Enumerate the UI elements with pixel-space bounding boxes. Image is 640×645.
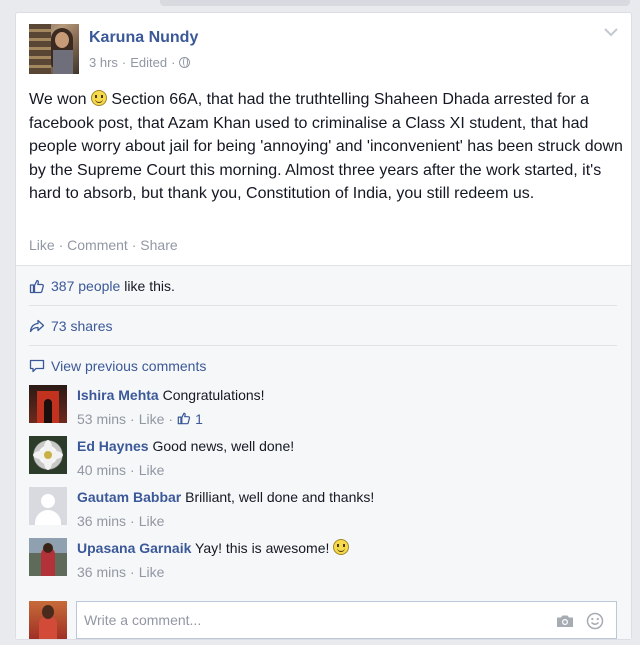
comment-timestamp[interactable]: 36 mins	[77, 563, 126, 581]
emoticon-icon[interactable]	[586, 612, 604, 630]
comment-composer: Write a comment...	[29, 601, 617, 639]
comment-like-link[interactable]: Like	[139, 461, 165, 479]
post-timestamp[interactable]: 3 hrs	[89, 55, 118, 70]
post-header: Karuna Nundy 3 hrs · Edited ·	[29, 24, 198, 74]
divider	[29, 345, 617, 346]
commenter-name[interactable]: Gautam Babbar	[77, 489, 181, 505]
comment-link[interactable]: Comment	[67, 237, 128, 253]
likes-suffix: like this.	[124, 278, 175, 294]
comment-item: Ishira Mehta Congratulations! 53 mins · …	[29, 385, 265, 428]
comment-meta: 53 mins · Like · 1	[77, 410, 203, 428]
post-text: We won Section 66A, that had the truthte…	[29, 88, 624, 206]
comment-timestamp[interactable]: 53 mins	[77, 410, 126, 428]
comment-like-link[interactable]: Like	[139, 410, 165, 428]
feedback-section: 387 people like this. 73 shares View pre…	[16, 265, 631, 639]
comment-timestamp[interactable]: 40 mins	[77, 461, 126, 479]
comment-item: Ed Haynes Good news, well done! 40 mins …	[29, 436, 294, 479]
author-avatar[interactable]	[29, 24, 79, 74]
commenter-avatar[interactable]	[29, 385, 67, 423]
view-previous-label[interactable]: View previous comments	[51, 358, 206, 374]
smiley-emoticon-icon	[333, 539, 350, 555]
view-previous-comments[interactable]: View previous comments	[29, 358, 617, 374]
likes-summary: 387 people like this.	[29, 278, 617, 294]
shares-count[interactable]: 73 shares	[51, 318, 112, 334]
post-card: Karuna Nundy 3 hrs · Edited · We won Sec…	[15, 12, 632, 640]
comment-meta: 36 mins · Like	[77, 512, 165, 530]
post-actions: Like · Comment · Share	[29, 237, 178, 253]
shares-summary[interactable]: 73 shares	[29, 318, 617, 334]
divider	[29, 305, 617, 306]
comment-input-placeholder: Write a comment...	[84, 612, 202, 628]
comment-like-count[interactable]: 1	[195, 410, 203, 428]
commenter-avatar[interactable]	[29, 436, 67, 474]
globe-icon[interactable]	[179, 57, 191, 68]
camera-icon[interactable]	[556, 614, 574, 628]
comment-like-link[interactable]: Like	[139, 512, 165, 530]
comment-text: Congratulations!	[162, 387, 265, 403]
commenter-avatar[interactable]	[29, 487, 67, 525]
previous-card-edge	[160, 0, 630, 6]
comment-item: Gautam Babbar Brilliant, well done and t…	[29, 487, 374, 530]
speech-bubble-icon	[29, 359, 45, 373]
share-arrow-icon	[29, 319, 45, 333]
commenter-avatar[interactable]	[29, 538, 67, 576]
post-text-start: We won	[29, 91, 87, 108]
current-user-avatar	[29, 601, 67, 639]
author-name[interactable]: Karuna Nundy	[89, 29, 198, 47]
edited-label[interactable]: Edited	[130, 55, 167, 70]
like-link[interactable]: Like	[29, 237, 55, 253]
smiley-emoticon-icon	[90, 90, 107, 106]
comment-meta: 40 mins · Like	[77, 461, 165, 479]
comment-like-link[interactable]: Like	[139, 563, 165, 581]
comment-input[interactable]: Write a comment...	[76, 601, 617, 639]
comment-meta: 36 mins · Like	[77, 563, 165, 581]
comment-text: Brilliant, well done and thanks!	[185, 489, 375, 505]
comment-text: Good news, well done!	[152, 438, 295, 454]
commenter-name[interactable]: Upasana Garnaik	[77, 540, 191, 556]
commenter-name[interactable]: Ishira Mehta	[77, 387, 159, 403]
chevron-down-icon[interactable]	[604, 27, 618, 37]
thumbs-up-icon	[29, 279, 44, 294]
share-link[interactable]: Share	[140, 237, 177, 253]
thumbs-up-icon[interactable]	[177, 411, 191, 425]
post-text-body: Section 66A, that had the truthtelling S…	[29, 91, 623, 202]
likes-count-link[interactable]: 387 people	[51, 278, 120, 294]
comment-text: Yay! this is awesome!	[195, 540, 330, 556]
comment-timestamp[interactable]: 36 mins	[77, 512, 126, 530]
post-meta: 3 hrs · Edited ·	[89, 55, 198, 70]
comment-item: Upasana Garnaik Yay! this is awesome! 36…	[29, 538, 350, 581]
commenter-name[interactable]: Ed Haynes	[77, 438, 149, 454]
